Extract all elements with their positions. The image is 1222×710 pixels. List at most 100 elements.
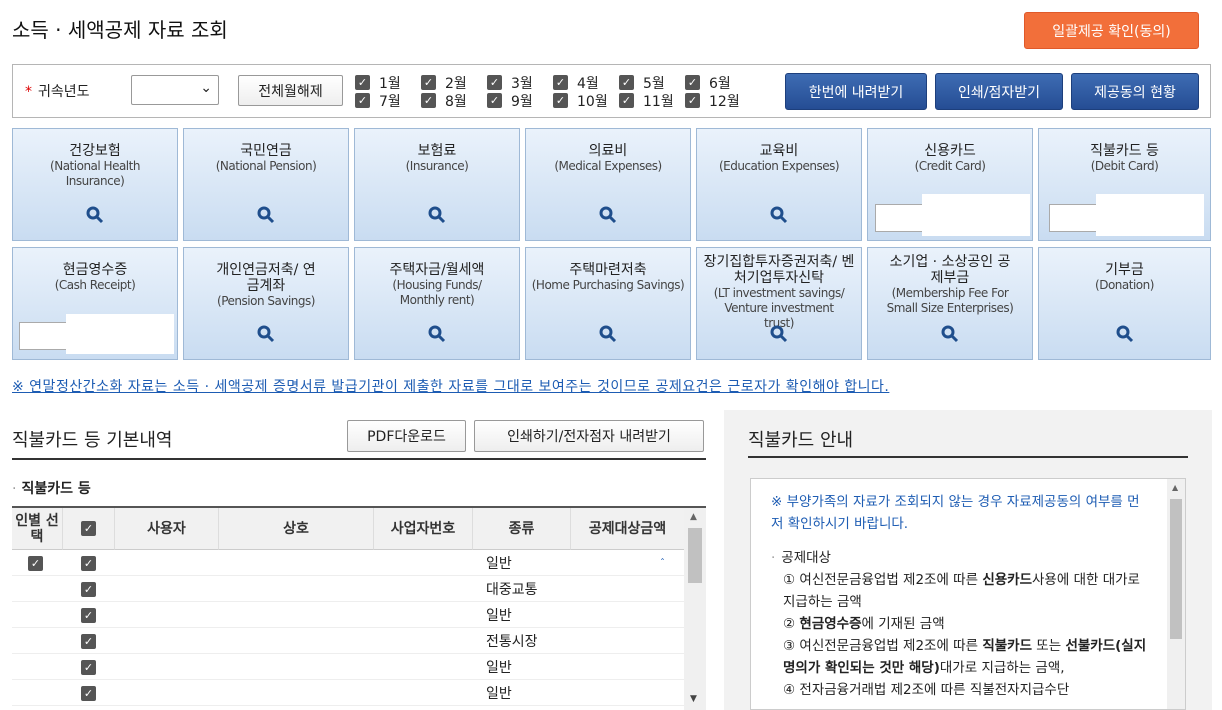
row-type: 일반 bbox=[486, 556, 512, 572]
tile-lt-investment-savings[interactable]: 장기집합투자증권저축/ 벤처기업투자신탁 (LT investment savi… bbox=[696, 247, 862, 360]
table-row[interactable]: ✓ 일반 bbox=[12, 602, 684, 628]
tile-small-enterprise-fee[interactable]: 소기업 · 소상공인 공제부금 (Membership Fee For Smal… bbox=[867, 247, 1033, 360]
row-checkbox[interactable]: ✓ bbox=[81, 550, 105, 576]
print-download-button[interactable]: 인쇄하기/전자점자 내려받기 bbox=[474, 420, 704, 452]
col-type: 종류 bbox=[473, 508, 571, 550]
month-checkbox-2[interactable]: ✓ 2월 bbox=[421, 74, 467, 92]
redacted-field bbox=[19, 322, 69, 350]
tile-subtitle: (Home Purchasing Savings) bbox=[531, 278, 685, 292]
guide-item-3: ③ 여신전문금융업법 제2조에 따른 직불카드 또는 선불카드(실지명의가 확인… bbox=[783, 638, 1147, 676]
row-checkbox[interactable]: ✓ bbox=[81, 680, 105, 706]
search-icon bbox=[941, 325, 959, 343]
row-checkbox[interactable]: ✓ bbox=[81, 628, 105, 654]
search-icon bbox=[428, 206, 446, 224]
search-icon bbox=[86, 206, 104, 224]
redacted-area bbox=[1096, 194, 1204, 236]
sort-caret-icon: ˆ bbox=[660, 557, 665, 569]
row-person-checkbox[interactable]: ✓ bbox=[28, 550, 52, 576]
table-row[interactable]: ✓ ✓ 일반 ˆ bbox=[12, 550, 684, 576]
tile-housing-funds[interactable]: 주택자금/월세액 (Housing Funds/ Monthly rent) bbox=[354, 247, 520, 360]
checkbox-checked-icon: ✓ bbox=[81, 607, 96, 623]
checkbox-checked-icon: ✓ bbox=[685, 93, 700, 108]
checkbox-checked-icon: ✓ bbox=[28, 555, 43, 571]
month-checkbox-5[interactable]: ✓ 5월 bbox=[619, 74, 665, 92]
scroll-up-icon[interactable]: ▲ bbox=[690, 512, 697, 522]
table-row[interactable]: ✓ 일반 bbox=[12, 680, 684, 706]
search-icon bbox=[257, 206, 275, 224]
print-braille-button[interactable]: 인쇄/점자받기 bbox=[935, 73, 1063, 110]
tile-insurance[interactable]: 보험료 (Insurance) bbox=[354, 128, 520, 241]
tile-debit-card[interactable]: 직불카드 등 (Debit Card) bbox=[1038, 128, 1211, 241]
row-checkbox[interactable]: ✓ bbox=[81, 654, 105, 680]
year-label: * 귀속년도 bbox=[25, 84, 90, 100]
checkbox-checked-icon: ✓ bbox=[619, 75, 634, 90]
tile-title: 현금영수증 bbox=[62, 262, 128, 278]
year-select[interactable]: ⌄ bbox=[131, 75, 219, 105]
scroll-down-icon[interactable]: ▼ bbox=[690, 694, 697, 704]
tile-subtitle: (Medical Expenses) bbox=[554, 159, 662, 173]
tile-subtitle: (Donation) bbox=[1095, 278, 1154, 292]
month-checkbox-1[interactable]: ✓ 1월 bbox=[355, 74, 401, 92]
table-row[interactable]: ✓ 전통시장 bbox=[12, 628, 684, 654]
debit-card-table: 인별 선택 ✓ 사용자 상호 사업자번호 종류 공제대상금액 ✓ ✓ 일반 ˆ … bbox=[12, 506, 706, 710]
checkbox-checked-icon: ✓ bbox=[553, 75, 568, 90]
search-icon bbox=[770, 206, 788, 224]
tile-donation[interactable]: 기부금 (Donation) bbox=[1038, 247, 1211, 360]
table-row[interactable]: ✓ 대중교통 bbox=[12, 576, 684, 602]
guide-content: ※ 부양가족의 자료가 조회되지 않는 경우 자료제공동의 여부를 먼저 확인하… bbox=[750, 478, 1186, 710]
col-deductible-amount: 공제대상금액 bbox=[571, 508, 684, 550]
month-checkbox-4[interactable]: ✓ 4월 bbox=[553, 74, 599, 92]
month-checkbox-7[interactable]: ✓ 7월 bbox=[355, 92, 401, 110]
tile-national-pension[interactable]: 국민연금 (National Pension) bbox=[183, 128, 349, 241]
tile-title: 주택자금/월세액 bbox=[389, 262, 485, 278]
redacted-area bbox=[922, 194, 1030, 236]
pdf-download-button[interactable]: PDF다운로드 bbox=[347, 420, 466, 452]
tile-credit-card[interactable]: 신용카드 (Credit Card) bbox=[867, 128, 1033, 241]
tile-health-insurance[interactable]: 건강보험 (National Health Insurance) bbox=[12, 128, 178, 241]
month-checkbox-3[interactable]: ✓ 3월 bbox=[487, 74, 533, 92]
download-all-button[interactable]: 한번에 내려받기 bbox=[785, 73, 927, 110]
tile-home-purchasing-savings[interactable]: 주택마련저축 (Home Purchasing Savings) bbox=[525, 247, 691, 360]
tile-title: 개인연금저축/ 연금계좌 bbox=[216, 262, 316, 294]
table-scrollbar[interactable]: ▲ ▼ bbox=[684, 508, 706, 710]
row-checkbox[interactable]: ✓ bbox=[81, 576, 105, 602]
row-checkbox[interactable]: ✓ bbox=[81, 602, 105, 628]
row-type: 일반 bbox=[486, 686, 512, 702]
row-type: 일반 bbox=[486, 660, 512, 676]
tile-pension-savings[interactable]: 개인연금저축/ 연금계좌 (Pension Savings) bbox=[183, 247, 349, 360]
guide-scrollbar[interactable]: ▲ bbox=[1167, 479, 1185, 709]
row-type: 전통시장 bbox=[486, 634, 538, 650]
row-type: 일반 bbox=[486, 608, 512, 624]
checkbox-checked-icon: ✓ bbox=[355, 93, 370, 108]
tile-title: 교육비 bbox=[759, 143, 799, 159]
tile-education-expenses[interactable]: 교육비 (Education Expenses) bbox=[696, 128, 862, 241]
checkbox-checked-icon: ✓ bbox=[553, 93, 568, 108]
search-icon bbox=[428, 325, 446, 343]
redacted-field bbox=[1049, 204, 1099, 232]
guide-notice: ※ 부양가족의 자료가 조회되지 않는 경우 자료제공동의 여부를 먼저 확인하… bbox=[771, 494, 1140, 532]
month-checkbox-9[interactable]: ✓ 9월 bbox=[487, 92, 533, 110]
table-row[interactable]: ✓ 일반 bbox=[12, 654, 684, 680]
month-checkbox-12[interactable]: ✓ 12월 bbox=[685, 92, 740, 110]
search-icon bbox=[770, 325, 788, 343]
checkbox-checked-icon: ✓ bbox=[355, 75, 370, 90]
scrollbar-thumb[interactable] bbox=[688, 528, 702, 583]
deselect-all-months-button[interactable]: 전체월해제 bbox=[238, 75, 343, 106]
tile-cash-receipt[interactable]: 현금영수증 (Cash Receipt) bbox=[12, 247, 178, 360]
month-checkbox-10[interactable]: ✓ 10월 bbox=[553, 92, 608, 110]
month-checkbox-11[interactable]: ✓ 11월 bbox=[619, 92, 674, 110]
bulk-consent-button[interactable]: 일괄제공 확인(동의) bbox=[1024, 12, 1199, 49]
consent-status-button[interactable]: 제공동의 현황 bbox=[1071, 73, 1199, 110]
col-select-all[interactable]: ✓ bbox=[63, 508, 115, 550]
tile-medical-expenses[interactable]: 의료비 (Medical Expenses) bbox=[525, 128, 691, 241]
col-business-name: 상호 bbox=[219, 508, 374, 550]
guide-title: 직불카드 안내 bbox=[748, 430, 854, 451]
month-checkbox-8[interactable]: ✓ 8월 bbox=[421, 92, 467, 110]
checkbox-checked-icon: ✓ bbox=[619, 93, 634, 108]
tile-subtitle: (Insurance) bbox=[405, 159, 469, 173]
month-checkbox-6[interactable]: ✓ 6월 bbox=[685, 74, 731, 92]
scroll-up-icon[interactable]: ▲ bbox=[1172, 483, 1178, 492]
scrollbar-thumb[interactable] bbox=[1170, 499, 1182, 639]
notice-link[interactable]: ※ 연말정산간소화 자료는 소득 · 세액공제 증명서류 발급기관이 제출한 자… bbox=[12, 376, 889, 396]
detail-title: 직불카드 등 기본내역 bbox=[12, 430, 173, 451]
